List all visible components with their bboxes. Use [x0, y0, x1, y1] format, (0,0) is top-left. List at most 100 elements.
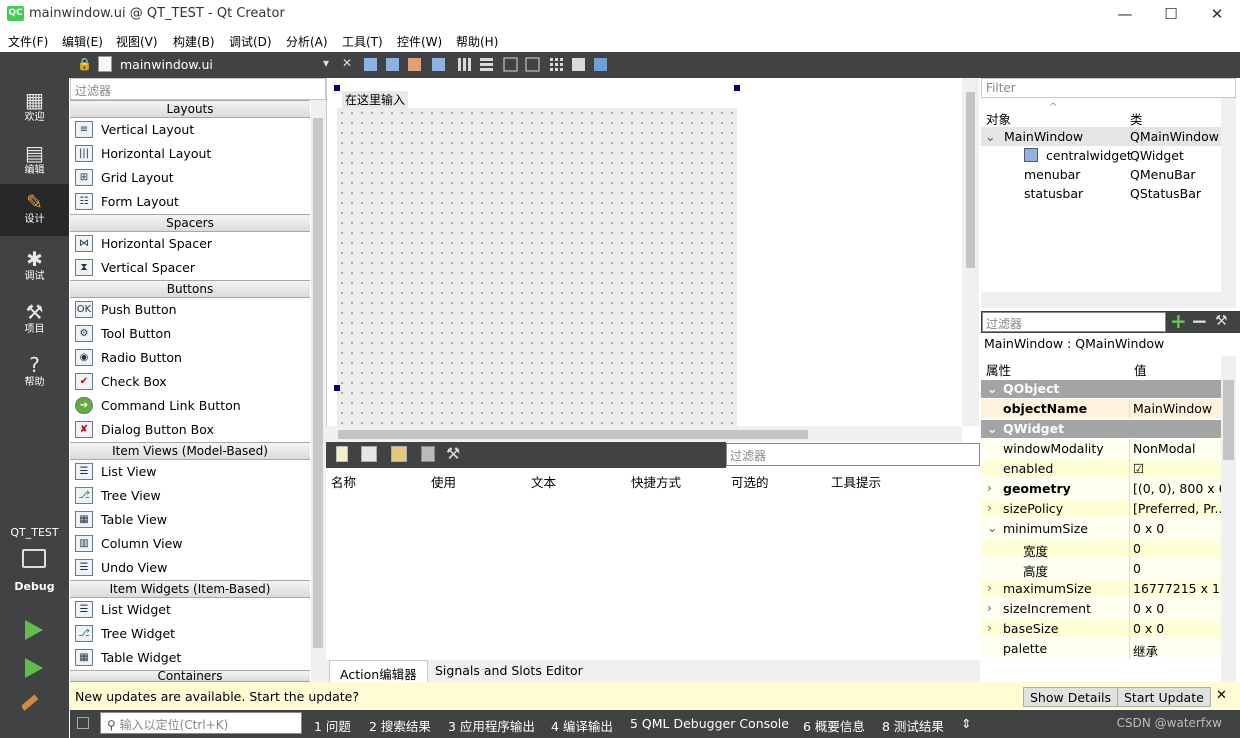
mode-help[interactable]: ? 帮助 — [0, 347, 69, 399]
menu-build[interactable]: 构建(B) — [173, 33, 215, 50]
widget-box-scroll-thumb[interactable] — [313, 118, 323, 648]
selection-handle[interactable] — [334, 85, 340, 91]
prop-width[interactable]: 宽度 0 — [981, 539, 1221, 559]
menu-analyze[interactable]: 分析(A) — [286, 33, 328, 50]
category-containers[interactable]: Containers — [70, 670, 310, 682]
tab-action-editor[interactable]: Action编辑器 — [329, 660, 428, 682]
object-row-menubar[interactable]: menubar QMenuBar — [981, 165, 1221, 184]
category-buttons[interactable]: Buttons — [70, 280, 310, 298]
object-filter-input[interactable]: Filter — [981, 78, 1236, 98]
prop-sizeincrement[interactable]: › sizeIncrement 0 x 0 — [981, 599, 1221, 619]
widget-radio-button[interactable]: ◉ Radio Button — [70, 346, 310, 370]
menu-file[interactable]: 文件(F) — [8, 33, 48, 50]
widget-check-box[interactable]: ✔ Check Box — [70, 370, 310, 394]
menu-help[interactable]: 帮助(H) — [456, 33, 498, 50]
col-property[interactable]: 属性 — [986, 360, 1011, 379]
widget-command-link-button[interactable]: ➔ Command Link Button — [70, 394, 310, 418]
menu-debug[interactable]: 调试(D) — [229, 33, 272, 50]
prop-objectname[interactable]: objectName MainWindow — [981, 399, 1221, 419]
category-spacers[interactable]: Spacers — [70, 214, 310, 232]
action-table-body[interactable] — [326, 490, 980, 660]
widget-table-view[interactable]: ▦ Table View — [70, 508, 310, 532]
open-file-name[interactable]: mainwindow.ui — [120, 57, 213, 72]
start-update-button[interactable]: Start Update — [1117, 687, 1211, 707]
selection-handle[interactable] — [334, 385, 340, 391]
form-menu-bar[interactable]: 在这里输入 — [337, 88, 737, 108]
toggle-sidebar-icon[interactable] — [77, 717, 89, 729]
object-horizontal-scrollbar[interactable] — [981, 292, 1221, 308]
selection-handle[interactable] — [734, 85, 740, 91]
show-details-button[interactable]: Show Details — [1023, 687, 1119, 707]
widget-form-layout[interactable]: ☷ Form Layout — [70, 190, 310, 214]
widget-horizontal-spacer[interactable]: ⋈ Horizontal Spacer — [70, 232, 310, 256]
mode-edit[interactable]: ▤ 编辑 — [0, 135, 69, 187]
prop-minimumsize[interactable]: ⌄ minimumSize 0 x 0 — [981, 519, 1221, 539]
pane-compile-output[interactable]: 4 编译输出 — [551, 716, 613, 735]
prop-maximumsize[interactable]: ›maximumSize16777215 x 1... — [981, 579, 1221, 599]
expand-arrow-icon[interactable]: › — [987, 600, 992, 615]
expand-arrow-icon[interactable]: › — [987, 500, 992, 515]
widget-grid-layout[interactable]: ⊞ Grid Layout — [70, 166, 310, 190]
pane-test-results[interactable]: 8 测试结果 — [882, 716, 944, 735]
mode-projects[interactable]: ⚒ 项目 — [0, 294, 69, 346]
new-action-icon[interactable] — [336, 446, 348, 462]
minimize-button[interactable]: — — [1102, 0, 1148, 28]
widget-list-view[interactable]: ☰ List View — [70, 460, 310, 484]
expand-arrow-icon[interactable]: › — [987, 620, 992, 635]
category-qwidget[interactable]: ⌄ QWidget — [981, 420, 1221, 438]
widget-dialog-button-box[interactable]: ✘ Dialog Button Box — [70, 418, 310, 442]
col-object[interactable]: 对象 — [986, 109, 1011, 128]
widget-filter-input[interactable]: 过滤器 — [70, 78, 326, 100]
col-text[interactable]: 文本 — [531, 472, 556, 491]
object-row-mainwindow[interactable]: ⌄ MainWindow QMainWindow — [981, 127, 1221, 146]
canvas-vertical-scroll-thumb[interactable] — [966, 92, 975, 268]
file-dropdown-icon[interactable]: ▾ — [323, 56, 329, 70]
widget-vertical-layout[interactable]: ≡ Vertical Layout — [70, 118, 310, 142]
copy-action-icon[interactable] — [361, 446, 377, 462]
col-tooltip[interactable]: 工具提示 — [831, 472, 881, 491]
type-here-menu-item[interactable]: 在这里输入 — [342, 91, 409, 108]
widget-vertical-spacer[interactable]: ⧗ Vertical Spacer — [70, 256, 310, 280]
widget-tree-widget[interactable]: ⎇ Tree Widget — [70, 622, 310, 646]
expand-arrow-icon[interactable]: › — [987, 580, 992, 595]
widget-tool-button[interactable]: ⚙ Tool Button — [70, 322, 310, 346]
prop-enabled[interactable]: enabled ☑ — [981, 459, 1221, 479]
prop-height[interactable]: 高度 0 — [981, 559, 1221, 579]
add-property-icon[interactable]: + — [1170, 309, 1187, 333]
menu-controls[interactable]: 控件(W) — [397, 33, 442, 50]
widget-undo-view[interactable]: ☰ Undo View — [70, 556, 310, 580]
maximize-button[interactable]: ☐ — [1148, 0, 1194, 28]
pane-application-output[interactable]: 3 应用程序输出 — [448, 716, 535, 735]
close-window-button[interactable]: ✕ — [1194, 0, 1240, 28]
configure-icon[interactable]: ⚒ — [1215, 313, 1228, 329]
mode-design[interactable]: ✎ 设计 — [0, 184, 69, 236]
remove-property-icon[interactable]: − — [1191, 309, 1208, 333]
menu-view[interactable]: 视图(V) — [116, 33, 158, 50]
category-item-widgets[interactable]: Item Widgets (Item-Based) — [70, 580, 310, 598]
widget-tree-view[interactable]: ⎇ Tree View — [70, 484, 310, 508]
object-row-statusbar[interactable]: statusbar QStatusBar — [981, 184, 1221, 203]
collapse-arrow-icon[interactable]: ⌄ — [987, 520, 997, 535]
property-scroll-thumb[interactable] — [1223, 380, 1234, 460]
prop-basesize[interactable]: › baseSize 0 x 0 — [981, 619, 1221, 639]
col-used[interactable]: 使用 — [431, 472, 456, 491]
prop-windowmodality[interactable]: windowModality NonModal — [981, 439, 1221, 459]
object-vertical-scrollbar[interactable] — [1221, 98, 1236, 308]
prop-palette[interactable]: palette 继承 — [981, 639, 1221, 659]
paste-action-icon[interactable] — [391, 446, 407, 462]
widget-column-view[interactable]: ▥ Column View — [70, 532, 310, 556]
canvas-horizontal-scroll-thumb[interactable] — [338, 430, 808, 439]
pane-qml-debugger[interactable]: 5 QML Debugger Console — [630, 716, 789, 731]
col-shortcut[interactable]: 快捷方式 — [631, 472, 681, 491]
category-layouts[interactable]: Layouts — [70, 100, 310, 118]
pane-general-messages[interactable]: 6 概要信息 — [803, 716, 865, 735]
close-file-icon[interactable]: ✕ — [342, 56, 352, 70]
widget-table-widget[interactable]: ▦ Table Widget — [70, 646, 310, 670]
delete-action-icon[interactable] — [421, 446, 435, 462]
col-value[interactable]: 值 — [1134, 360, 1147, 379]
collapse-arrow-icon[interactable]: ⌄ — [985, 129, 995, 144]
configure-icon[interactable]: ⚒ — [446, 444, 460, 463]
mode-debug[interactable]: ✱ 调试 — [0, 241, 69, 293]
object-row-centralwidget[interactable]: centralwidget QWidget — [981, 146, 1221, 165]
col-checkable[interactable]: 可选的 — [731, 472, 769, 491]
